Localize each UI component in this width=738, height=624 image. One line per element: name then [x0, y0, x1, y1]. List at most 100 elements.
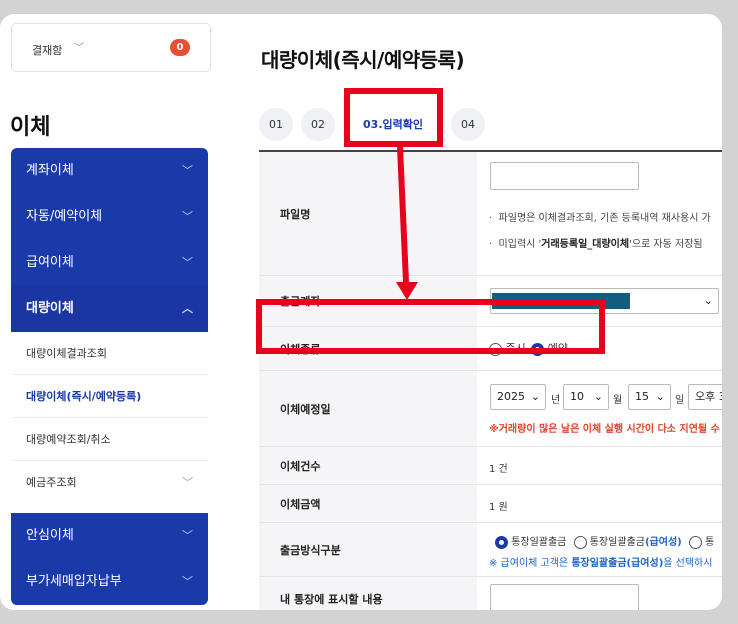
chevron-down-icon: ﹀ — [182, 529, 193, 542]
radio-method-3[interactable] — [688, 535, 702, 549]
label-count: 이체건수 — [259, 447, 477, 484]
transfer-type-options: 즉시 예약 — [489, 340, 568, 356]
year-unit: 년 — [551, 395, 561, 406]
sidebar-item-label: 자동/예약이체 — [26, 209, 103, 224]
step-04[interactable]: 04 — [451, 108, 485, 141]
radio-method-2-label: 통장일괄출금 — [589, 537, 645, 548]
chevron-down-icon: ⌄ — [530, 390, 540, 403]
chevron-down-icon: ⌄ — [655, 390, 665, 403]
label-method: 출금방식구분 — [259, 523, 477, 576]
year-value: 2025 — [497, 390, 525, 403]
row-schedule: 이체예정일 2025 ⌄ 년 10 ⌄ 월 15 ⌄ 일 오후 3 ※거래량이 많은 … — [259, 371, 722, 447]
note-bold: 통장일괄출금(급여성) — [571, 558, 664, 569]
label-transfer-type: 이체종류 — [259, 327, 477, 370]
sidebar-item-vat-payment[interactable]: 부가세매입자납부 ﹀ — [11, 559, 208, 605]
file-name-input[interactable] — [490, 162, 639, 190]
chevron-down-icon: ﹀ — [182, 575, 193, 588]
year-select[interactable]: 2025 ⌄ — [490, 384, 546, 410]
row-method: 출금방식구분 통장일괄출금 통장일괄출금(급여성) 통 ※ 급여이체 고객은 통… — [259, 523, 722, 577]
month-unit: 월 — [613, 395, 623, 406]
radio-immediate-label: 즉시 — [505, 342, 526, 355]
schedule-warning: ※거래량이 많은 날은 이체 실행 시간이 다소 지연될 수 — [489, 424, 720, 435]
radio-method-1[interactable] — [495, 535, 508, 549]
sidebar-item-account-transfer[interactable]: 계좌이체 ﹀ — [11, 148, 208, 194]
row-transfer-type: 이체종류 즉시 예약 — [259, 327, 722, 371]
radio-immediate[interactable] — [489, 342, 502, 356]
count-value: 1 건 — [489, 464, 508, 475]
note-text: 을 선택하시 — [663, 558, 713, 569]
chevron-down-icon: ﹀ — [182, 164, 193, 177]
radio-reserve-label: 예약 — [547, 342, 568, 355]
label-file-name: 파일명 — [259, 152, 477, 275]
approval-label: 결재함 — [32, 44, 63, 57]
row-account: 출금계좌 ⌄ — [259, 276, 722, 327]
label-schedule: 이체예정일 — [259, 371, 477, 446]
month-select[interactable]: 10 ⌄ — [563, 384, 609, 410]
step-01[interactable]: 01 — [259, 108, 293, 141]
sidebar-subitem-bulk-reservation[interactable]: 대량예약조회/취소 — [11, 418, 208, 461]
day-unit: 일 — [675, 395, 685, 406]
step-02[interactable]: 02 — [301, 108, 335, 141]
chevron-down-icon: ⌄ — [703, 294, 713, 307]
radio-method-2[interactable] — [573, 535, 587, 549]
amount-value: 1 원 — [489, 502, 508, 513]
day-value: 15 — [635, 390, 649, 403]
label-amount: 이체금액 — [259, 485, 477, 522]
approval-count-badge: 0 — [170, 39, 190, 56]
row-file-name: 파일명 · 파일명은 이체결과조회, 기존 등록내역 재사용시 가 · 미입력시… — [259, 152, 722, 276]
sidebar-item-label: 부가세매입자납부 — [26, 574, 122, 589]
file-name-note-2: · 미입력시 '거래등록일_대량이체'으로 자동 저장됨 — [489, 239, 703, 250]
time-select[interactable]: 오후 3 — [688, 384, 722, 410]
label-account: 출금계좌 — [259, 276, 477, 326]
month-value: 10 — [570, 390, 584, 403]
sidebar-nav: 계좌이체 ﹀ 자동/예약이체 ﹀ 급여이체 ﹀ 대량이체 ︿ 대량이체결과조회 대량이체… — [11, 148, 208, 610]
account-select[interactable]: ⌄ — [490, 288, 719, 314]
time-value: 오후 3 — [695, 390, 722, 403]
approval-box[interactable]: 결재함 ﹀ 0 — [11, 23, 211, 72]
sidebar-subitem-holder-inquiry[interactable]: 예금주조회 ﹀ — [11, 461, 208, 504]
sidebar-subitem-bulk-register[interactable]: 대량이체(즉시/예약등록) — [11, 375, 208, 418]
sidebar-item-salary-transfer[interactable]: 급여이체 ﹀ — [11, 240, 208, 286]
main-panel: 결재함 ﹀ 0 이체 계좌이체 ﹀ 자동/예약이체 ﹀ 급여이체 ﹀ 대량이체 ︿ 대량… — [0, 14, 722, 610]
memo-input[interactable] — [490, 584, 639, 610]
row-count: 이체건수 1 건 — [259, 447, 722, 485]
sidebar-subitem-bulk-result[interactable]: 대량이체결과조회 — [11, 332, 208, 375]
radio-method-2-bold: (급여성) — [644, 537, 682, 548]
sidebar-item-label: 대량이체 — [26, 301, 74, 316]
sidebar-item-auto-transfer[interactable]: 자동/예약이체 ﹀ — [11, 194, 208, 240]
note-text: 파일명은 이체결과조회, 기존 등록내역 재사용시 가 — [498, 213, 711, 224]
row-memo: 내 통장에 표시할 내용 — [259, 577, 722, 610]
sidebar-item-bulk-transfer[interactable]: 대량이체 ︿ — [11, 286, 208, 332]
file-name-note-1: · 파일명은 이체결과조회, 기존 등록내역 재사용시 가 — [489, 213, 711, 224]
sidebar-item-label: 예금주조회 — [26, 476, 77, 489]
sidebar-item-label: 대량이체결과조회 — [26, 347, 107, 360]
chevron-down-icon: ﹀ — [182, 476, 193, 489]
label-memo: 내 통장에 표시할 내용 — [259, 577, 477, 610]
method-note: ※ 급여이체 고객은 통장일괄출금(급여성)을 선택하시 — [489, 554, 712, 569]
note-text: '으로 자동 저장됨 — [629, 239, 703, 250]
sidebar-item-label: 대량예약조회/취소 — [26, 433, 111, 446]
chevron-down-icon: ﹀ — [182, 210, 193, 223]
radio-reserve[interactable] — [531, 342, 545, 356]
day-select[interactable]: 15 ⌄ — [628, 384, 671, 410]
sidebar-item-label: 급여이체 — [26, 255, 74, 270]
section-title: 이체 — [10, 115, 51, 140]
chevron-up-icon: ︿ — [182, 302, 193, 315]
transfer-form: 파일명 · 파일명은 이체결과조회, 기존 등록내역 재사용시 가 · 미입력시… — [259, 150, 722, 610]
chevron-down-icon: ⌄ — [593, 390, 603, 403]
masked-account-number — [492, 293, 630, 309]
step-03-current[interactable]: 03.입력확인 — [350, 108, 436, 141]
sidebar-item-safe-transfer[interactable]: 안심이체 ﹀ — [11, 513, 208, 559]
note-bold: 거래등록일_대량이체 — [541, 239, 630, 250]
radio-method-1-label: 통장일괄출금 — [511, 537, 567, 548]
method-options: 통장일괄출금 통장일괄출금(급여성) 통 — [495, 533, 714, 549]
sidebar-item-label: 안심이체 — [26, 528, 74, 543]
radio-method-3-label: 통 — [705, 537, 715, 548]
sidebar-item-label: 계좌이체 — [26, 163, 74, 178]
chevron-down-icon: ﹀ — [182, 256, 193, 269]
row-amount: 이체금액 1 원 — [259, 485, 722, 523]
chevron-down-icon: ﹀ — [74, 43, 84, 54]
note-text: ※ 급여이체 고객은 — [489, 558, 572, 569]
note-text: 미입력시 ' — [498, 239, 542, 250]
sidebar-item-label: 대량이체(즉시/예약등록) — [26, 390, 142, 403]
